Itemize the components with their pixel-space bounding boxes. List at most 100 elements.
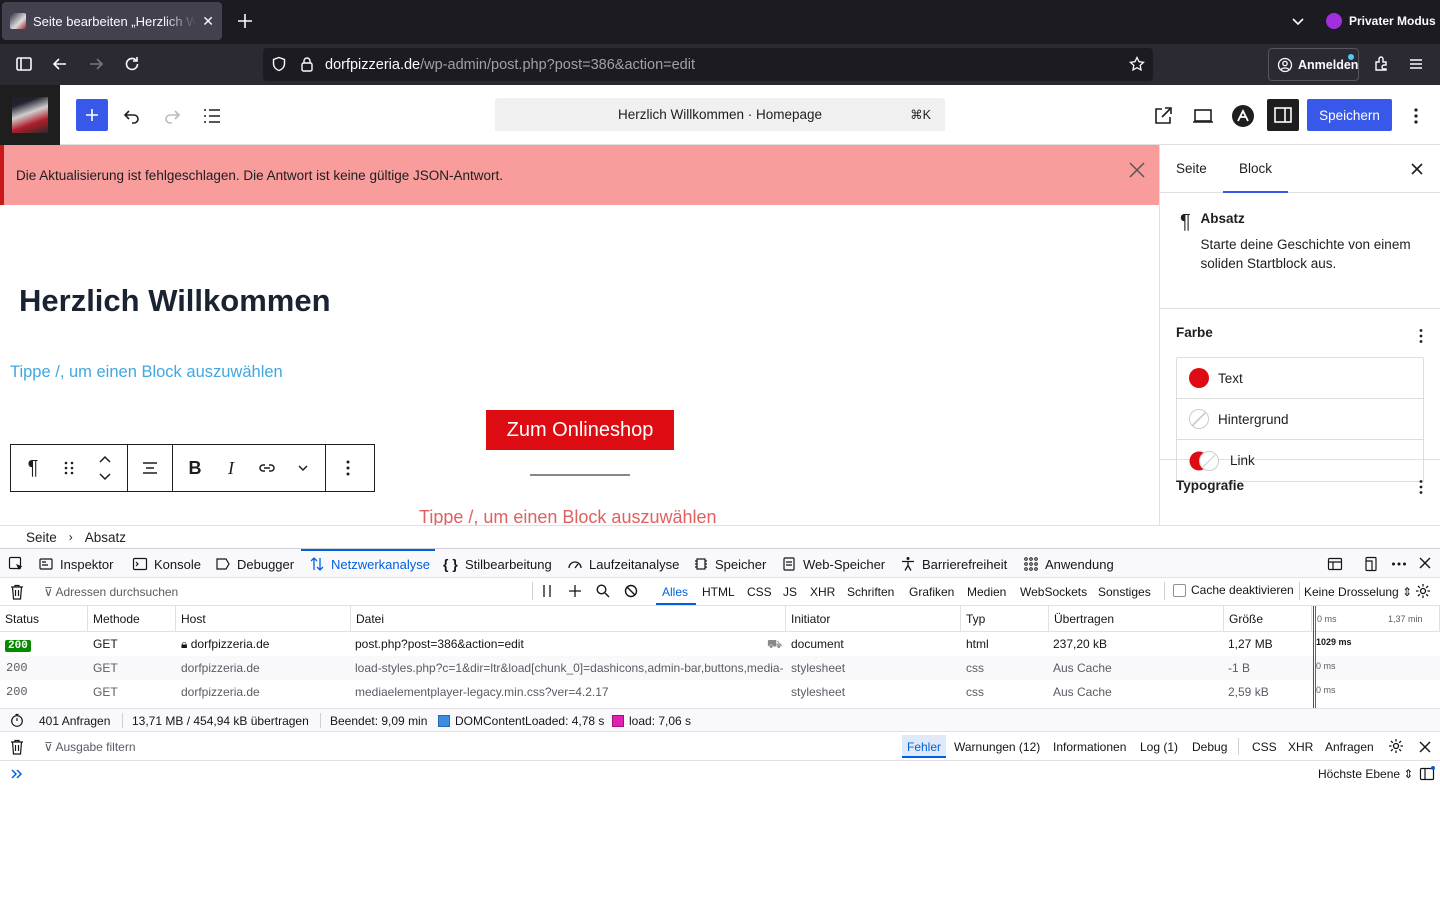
column-header-file[interactable]: Datei [351, 606, 786, 632]
options-kebab-icon[interactable] [1418, 479, 1424, 495]
breadcrumb-root[interactable]: Seite [26, 530, 57, 545]
chevron-down-icon[interactable] [285, 445, 321, 491]
devtools-tab-storage[interactable]: Web-Speicher [781, 556, 885, 572]
undo-icon[interactable] [120, 104, 144, 128]
stopwatch-icon[interactable] [10, 713, 24, 727]
bookmark-star-icon[interactable] [1129, 56, 1145, 72]
device-preview-icon[interactable] [1191, 104, 1215, 128]
browser-tab[interactable]: Seite bearbeiten „Herzlich Willkommen“ ✕ [2, 2, 222, 40]
url-filter-input[interactable]: ⊽ Adressen durchsuchen [44, 585, 178, 599]
level-info[interactable]: Informationen [1053, 740, 1126, 754]
devtools-tab-style-editor[interactable]: { } Stilbearbeitung [443, 556, 552, 572]
command-palette-bar[interactable]: Herzlich Willkommen · Homepage ⌘K [495, 98, 945, 131]
responsive-design-icon[interactable] [1363, 556, 1379, 572]
tab-block[interactable]: Block [1239, 161, 1272, 176]
onlineshop-button-block[interactable]: Zum Onlineshop [486, 410, 674, 450]
bold-icon[interactable]: B [177, 445, 213, 491]
column-header-size[interactable]: Größe [1224, 606, 1312, 632]
close-icon[interactable] [1418, 556, 1432, 570]
separator-block[interactable] [530, 474, 630, 476]
move-up-down-icon[interactable] [87, 445, 123, 491]
column-header-initiator[interactable]: Initiator [786, 606, 961, 632]
filter-images[interactable]: Grafiken [909, 585, 954, 599]
save-button[interactable]: Speichern [1307, 99, 1392, 131]
italic-icon[interactable]: I [213, 445, 249, 491]
block-icon[interactable] [624, 584, 638, 598]
forward-icon[interactable] [86, 54, 106, 74]
devtools-tab-console[interactable]: Konsole [132, 556, 201, 572]
astra-icon[interactable] [1231, 104, 1255, 128]
trash-icon[interactable] [10, 584, 24, 600]
url-bar[interactable]: dorfpizzeria.de/wp-admin/post.php?post=3… [263, 48, 1153, 81]
table-row[interactable]: 200 GET 🔒︎ dorfpizzeria.de post.php?post… [0, 632, 1440, 656]
filter-xhr[interactable]: XHR [810, 585, 835, 599]
filter-xhr-messages[interactable]: XHR [1288, 740, 1313, 754]
color-item-background[interactable]: Hintergrund [1177, 399, 1423, 440]
extensions-icon[interactable] [1371, 54, 1391, 74]
gear-icon[interactable] [1388, 738, 1404, 754]
dock-sidebar-icon[interactable] [1327, 556, 1343, 572]
align-icon[interactable] [132, 445, 168, 491]
redo-icon[interactable] [160, 104, 184, 128]
page-heading[interactable]: Herzlich Willkommen [19, 283, 331, 319]
lock-icon[interactable] [299, 56, 315, 72]
level-warnings[interactable]: Warnungen (12) [954, 740, 1040, 754]
disable-cache-checkbox[interactable]: Cache deaktivieren [1173, 583, 1294, 597]
close-icon[interactable] [1408, 160, 1426, 178]
context-selector[interactable]: Höchste Ebene ⇕ [1318, 767, 1413, 781]
column-header-method[interactable]: Methode [88, 606, 176, 632]
console-input-row[interactable]: Höchste Ebene ⇕ [0, 761, 1440, 787]
block-placeholder[interactable]: Tippe /, um einen Block auszuwählen [10, 363, 283, 382]
filter-all[interactable]: Alles [662, 585, 688, 599]
reload-icon[interactable] [122, 54, 142, 74]
column-header-waterfall[interactable]: 0 ms 1,37 min [1312, 606, 1440, 632]
table-row[interactable]: 200 GET dorfpizzeria.de load-styles.php?… [0, 656, 1440, 680]
settings-toggle-button[interactable] [1267, 99, 1299, 131]
filter-css[interactable]: CSS [747, 585, 772, 599]
options-kebab-icon[interactable] [1404, 104, 1428, 128]
filter-other[interactable]: Sonstiges [1098, 585, 1151, 599]
new-tab-icon[interactable] [234, 10, 256, 32]
console-filter-input[interactable]: ⊽ Ausgabe filtern [44, 740, 136, 754]
close-tab-icon[interactable]: ✕ [202, 13, 214, 30]
external-link-icon[interactable] [1151, 104, 1175, 128]
column-header-type[interactable]: Typ [961, 606, 1049, 632]
paragraph-icon[interactable]: ¶ [15, 445, 51, 491]
menu-icon[interactable] [1406, 54, 1426, 74]
add-icon[interactable] [568, 584, 582, 598]
signin-button[interactable]: Anmelden [1268, 48, 1359, 81]
level-debug[interactable]: Debug [1192, 740, 1227, 754]
element-picker-icon[interactable] [8, 556, 24, 572]
devtools-tab-debugger[interactable]: Debugger [215, 556, 294, 572]
tab-page[interactable]: Seite [1176, 161, 1207, 176]
level-log[interactable]: Log (1) [1140, 740, 1178, 754]
table-row[interactable]: 200 GET dorfpizzeria.de mediaelementplay… [0, 680, 1440, 704]
link-icon[interactable] [249, 445, 285, 491]
devtools-tab-performance[interactable]: Laufzeitanalyse [567, 556, 679, 572]
options-kebab-icon[interactable] [1418, 328, 1424, 344]
filter-js[interactable]: JS [783, 585, 797, 599]
close-icon[interactable] [1128, 161, 1146, 179]
column-header-host[interactable]: Host [176, 606, 351, 632]
level-errors[interactable]: Fehler [907, 740, 941, 754]
search-icon[interactable] [596, 584, 610, 598]
site-icon[interactable] [0, 85, 60, 145]
pause-icon[interactable] [542, 584, 552, 598]
filter-media[interactable]: Medien [967, 585, 1006, 599]
trash-icon[interactable] [10, 739, 24, 755]
throttling-select[interactable]: Keine Drosselung ⇕ [1304, 585, 1412, 599]
block-placeholder[interactable]: Tippe /, um einen Block auszuwählen [419, 507, 717, 525]
more-options-icon[interactable] [330, 445, 366, 491]
devtools-tab-accessibility[interactable]: Barrierefreiheit [900, 556, 1007, 572]
color-item-text[interactable]: Text [1177, 358, 1423, 399]
column-header-status[interactable]: Status [0, 606, 88, 632]
devtools-tab-memory[interactable]: Speicher [693, 556, 766, 572]
more-options-icon[interactable] [1391, 556, 1407, 572]
filter-requests-messages[interactable]: Anfragen [1325, 740, 1374, 754]
chevron-down-icon[interactable] [1290, 13, 1306, 29]
split-console-icon[interactable] [1419, 766, 1435, 782]
sidebar-toggle-icon[interactable] [14, 54, 34, 74]
devtools-tab-network[interactable]: Netzwerkanalyse [309, 556, 430, 572]
filter-html[interactable]: HTML [702, 585, 735, 599]
filter-websockets[interactable]: WebSockets [1020, 585, 1087, 599]
